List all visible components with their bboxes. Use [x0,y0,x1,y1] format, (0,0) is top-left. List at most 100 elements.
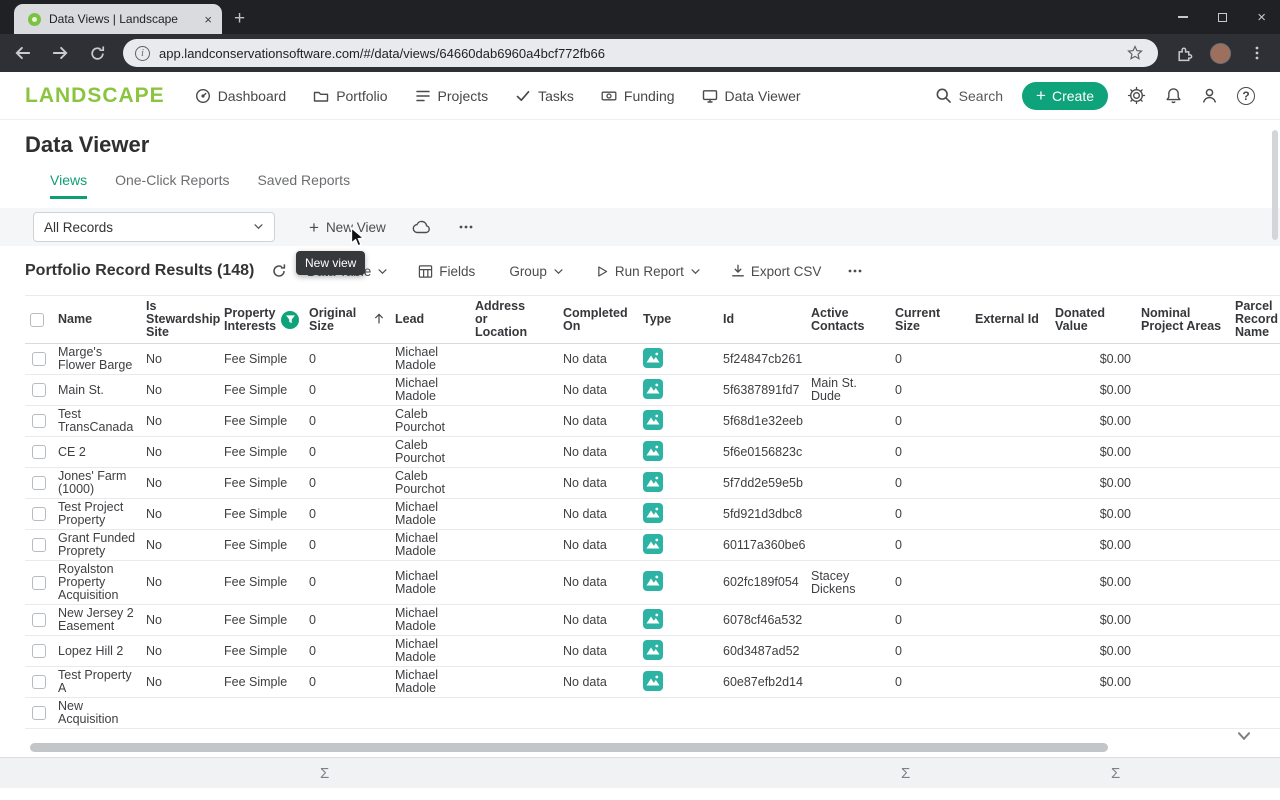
column-header-external-id[interactable]: External Id [970,295,1050,344]
cell-name: Test Property A [53,666,141,698]
cell-parcel-record-name [1230,405,1280,437]
column-header-property-interests[interactable]: Property Interests [219,295,304,344]
tab-close-icon[interactable]: × [204,12,212,27]
vertical-scrollbar-thumb[interactable] [1272,130,1278,240]
select-all-checkbox[interactable] [30,312,44,327]
cell-completed-on: No data [558,498,638,530]
scroll-down-chevron-icon[interactable] [1235,727,1253,750]
column-header-address-or-location[interactable]: Address or Location [470,295,558,344]
tab-one-click-reports[interactable]: One-Click Reports [115,172,229,199]
row-checkbox[interactable] [32,507,46,521]
row-checkbox[interactable] [32,706,46,720]
table-row[interactable]: New Acquisition [25,697,1280,729]
bookmark-star-icon[interactable] [1124,42,1146,64]
create-button[interactable]: + Create [1022,81,1108,110]
new-view-button[interactable]: + New View [309,219,386,236]
refresh-icon[interactable] [271,263,287,279]
record-type-icon [643,670,663,691]
nav-item-data-viewer[interactable]: Data Viewer [702,88,801,104]
group-menu[interactable]: Group [509,264,564,279]
table-row[interactable]: Lopez Hill 2 No Fee Simple 0 Michael Madole N… [25,635,1280,667]
more-options-icon[interactable] [458,219,474,235]
cell-nominal-project-areas [1136,436,1230,468]
sum-donated-value[interactable]: Σ [1111,765,1120,782]
cell-active-contacts: Stacey Dickens [806,560,890,605]
row-checkbox[interactable] [32,352,46,366]
nav-item-tasks[interactable]: Tasks [515,88,574,104]
column-header-nominal-project-areas[interactable]: Nominal Project Areas [1136,295,1230,344]
settings-gear-icon[interactable] [1127,86,1146,105]
table-row[interactable]: Test TransCanada No Fee Simple 0 Caleb Pourc… [25,405,1280,437]
notifications-bell-icon[interactable] [1165,87,1182,104]
browser-menu-icon[interactable] [1246,42,1268,64]
nav-item-projects[interactable]: Projects [415,88,488,104]
column-header-id[interactable]: Id [718,295,806,344]
sort-ascending-icon[interactable] [373,312,385,328]
table-row[interactable]: Main St. No Fee Simple 0 Michael Madole No da… [25,374,1280,406]
row-checkbox[interactable] [32,575,46,590]
column-header-completed-on[interactable]: Completed On [558,295,638,344]
column-header-donated-value[interactable]: Donated Value [1050,295,1136,344]
column-header-parcel-record-name[interactable]: Parcel Record Name [1230,295,1280,344]
browser-tab[interactable]: Data Views | Landscape × [14,4,222,34]
more-options-icon[interactable] [847,263,863,279]
landscape-logo[interactable]: LANDSCAPE [25,84,165,108]
row-checkbox[interactable] [32,613,46,627]
reload-icon[interactable] [86,42,108,64]
help-icon[interactable]: ? [1237,86,1255,105]
row-checkbox[interactable] [32,414,46,428]
cell-lead: Michael Madole [390,343,470,375]
table-row[interactable]: Grant Funded Proprety No Fee Simple 0 Michae… [25,529,1280,561]
browser-profile-avatar[interactable] [1210,42,1231,64]
nav-item-portfolio[interactable]: Portfolio [313,88,388,104]
sum-current-size[interactable]: Σ [901,765,910,782]
table-row[interactable]: New Jersey 2 Easement No Fee Simple 0 Michae… [25,604,1280,636]
window-maximize-button[interactable] [1218,12,1228,22]
row-checkbox[interactable] [32,383,46,397]
row-checkbox[interactable] [32,538,46,552]
filter-icon[interactable] [281,310,300,329]
nav-item-funding[interactable]: Funding [601,88,675,104]
column-header-is-stewardship-site[interactable]: Is Stewardship Site [141,295,220,344]
tab-views[interactable]: Views [50,172,88,199]
table-row[interactable]: Test Project Property No Fee Simple 0 Michae… [25,498,1280,530]
cloud-sync-icon[interactable] [412,219,432,235]
view-select-dropdown[interactable]: All Records [33,212,275,242]
extensions-icon[interactable] [1173,42,1195,64]
cell-id: 60d3487ad52 [718,635,806,667]
export-csv-button[interactable]: Export CSV [731,264,821,279]
column-header-name[interactable]: Name [53,295,141,344]
table-row[interactable]: Jones' Farm (1000) No Fee Simple 0 Caleb Pou… [25,467,1280,499]
column-header-active-contacts[interactable]: Active Contacts [806,295,890,344]
forward-icon[interactable] [49,42,71,64]
tab-saved-reports[interactable]: Saved Reports [257,172,350,199]
window-minimize-button[interactable] [1178,16,1189,18]
column-header-type[interactable]: Type [638,295,718,344]
cell-original-size: 0 [304,529,390,561]
column-header-current-size[interactable]: Current Size [890,295,970,344]
new-tab-button[interactable]: + [234,9,245,28]
row-select-cell [25,604,53,636]
url-bar[interactable]: i app.landconservationsoftware.com/#/dat… [123,39,1158,67]
fields-button[interactable]: Fields [418,264,475,279]
row-checkbox[interactable] [32,675,46,689]
table-row[interactable]: Test Property A No Fee Simple 0 Michael Mado… [25,666,1280,698]
run-report-menu[interactable]: Run Report [596,264,701,279]
row-checkbox[interactable] [32,445,46,459]
window-close-button[interactable]: × [1257,10,1266,25]
search-button[interactable]: Search [935,87,1003,104]
table-row[interactable]: Royalston Property Acquisition No Fee Simp… [25,560,1280,605]
table-row[interactable]: CE 2 No Fee Simple 0 Caleb Pourchot No data 5f… [25,436,1280,468]
sum-original-size[interactable]: Σ [320,765,329,782]
cell-is-stewardship-site: No [141,560,219,605]
row-checkbox[interactable] [32,644,46,658]
back-icon[interactable] [12,42,34,64]
column-header-original-size[interactable]: Original Size [304,295,390,344]
table-row[interactable]: Marge's Flower Barge No Fee Simple 0 Michael… [25,343,1280,375]
row-checkbox[interactable] [32,476,46,490]
site-info-icon[interactable]: i [135,45,150,61]
user-profile-icon[interactable] [1201,87,1218,104]
horizontal-scrollbar-thumb[interactable] [30,743,1108,752]
column-header-lead[interactable]: Lead [390,295,470,344]
nav-item-dashboard[interactable]: Dashboard [195,88,286,104]
